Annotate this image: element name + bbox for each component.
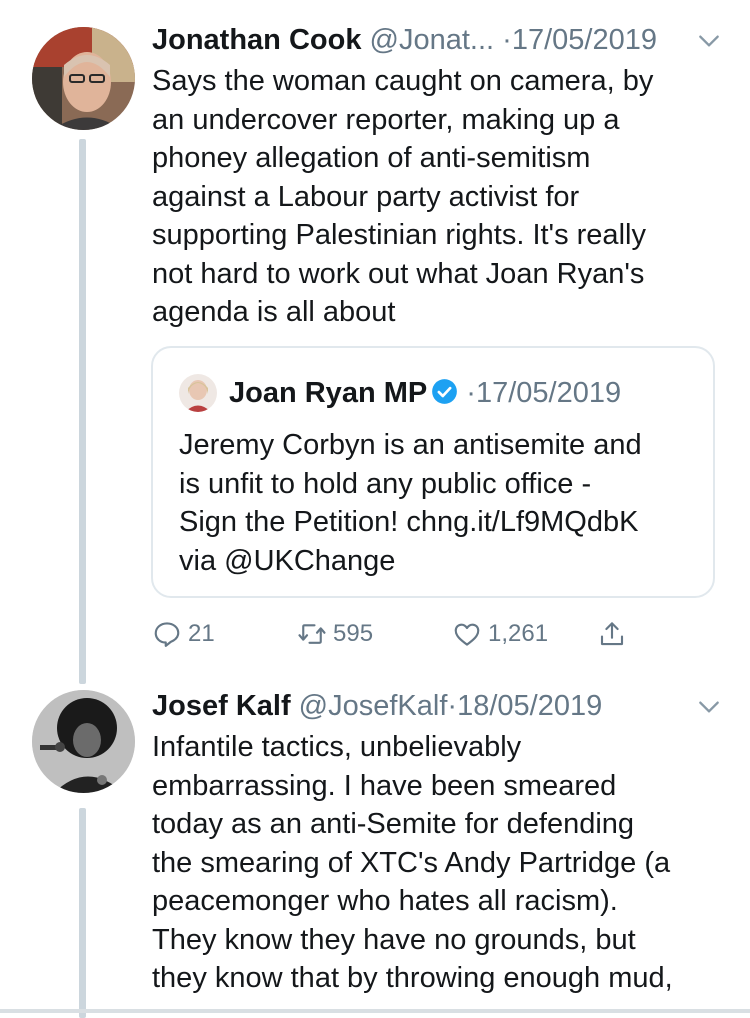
tweet-line: not hard to work out what Joan Ryan's: [152, 257, 645, 290]
reply-button[interactable]: 21: [152, 612, 215, 656]
quoted-tweet[interactable]: Joan Ryan MP ·17/05/2019 Jeremy Corbyn i…: [151, 346, 715, 598]
tweet-jonathan-cook[interactable]: Jonathan Cook @Jonat... ·17/05/2019 Says…: [0, 0, 750, 684]
avatar[interactable]: [32, 27, 135, 130]
tweet-line: phoney allegation of anti-semitism: [152, 142, 591, 174]
tweet-line: they know that by throwing enough mud,: [152, 962, 673, 994]
like-icon: [454, 623, 480, 646]
reply-count: 21: [188, 620, 215, 647]
quoted-line: via @UKChange: [179, 544, 396, 577]
share-button[interactable]: [597, 612, 633, 656]
quoted-text: Jeremy Corbyn is an antisemite and is un…: [179, 426, 699, 580]
quoted-date: 17/05/2019: [475, 377, 622, 409]
quoted-line: is unfit to hold any public office -: [179, 467, 592, 500]
tweet-line: against a Labour party activist for: [152, 180, 580, 213]
quoted-line: Sign the Petition! chng.it/Lf9MQdbK: [179, 506, 639, 538]
tweet-line: supporting Palestinian rights. It's real…: [152, 219, 646, 251]
share-icon: [600, 622, 624, 646]
reply-icon: [154, 622, 180, 647]
tweet-text: Says the woman caught on camera, by an u…: [152, 62, 722, 332]
tweet-header: Josef Kalf @JosefKalf·18/05/2019: [152, 688, 602, 724]
author-handle[interactable]: @JosefKalf: [299, 690, 448, 722]
tweet-line: peacemonger who hates all racism).: [152, 885, 618, 917]
tweet-text: Infantile tactics, unbelievably embarras…: [152, 728, 722, 998]
tweet-line: agenda is all about: [152, 296, 396, 328]
verified-badge-icon: [432, 379, 458, 404]
tweet-line: embarrassing. I have been smeared: [152, 769, 617, 802]
action-bar: 21 595 1,261: [152, 612, 652, 656]
author-handle[interactable]: @Jonat...: [370, 24, 495, 56]
tweet-line: an undercover reporter, making up a: [152, 103, 620, 136]
tweet-header: Jonathan Cook @Jonat... ·17/05/2019: [152, 22, 657, 58]
quoted-line: Jeremy Corbyn is an antisemite and: [179, 429, 642, 461]
tweet-line: the smearing of XTC's Andy Partridge (a: [152, 846, 671, 879]
author-name[interactable]: Jonathan Cook: [152, 24, 361, 56]
divider: [0, 1009, 750, 1013]
tweet-line: They know they have no grounds, but: [152, 923, 636, 956]
separator-dot: ·: [502, 24, 512, 56]
chevron-down-icon[interactable]: [696, 694, 722, 720]
like-count: 1,261: [488, 620, 549, 647]
tweet-date[interactable]: 18/05/2019: [457, 690, 602, 722]
like-button[interactable]: 1,261: [452, 612, 548, 656]
avatar[interactable]: [32, 690, 135, 793]
author-name[interactable]: Josef Kalf: [152, 690, 291, 722]
thread-line: [79, 139, 86, 684]
separator-dot: ·: [466, 377, 476, 409]
chevron-down-icon[interactable]: [696, 28, 722, 54]
thread-line: [79, 808, 86, 1018]
retweet-icon: [298, 624, 326, 644]
tweet-line: Infantile tactics, unbelievably: [152, 731, 522, 763]
quoted-avatar: [179, 374, 217, 412]
separator-dot: ·: [447, 690, 458, 722]
tweet-line: today as an anti-Semite for defending: [152, 808, 635, 840]
quoted-author-name: Joan Ryan MP: [229, 377, 428, 409]
tweet-line: Says the woman caught on camera, by: [152, 65, 654, 97]
retweet-button[interactable]: 595: [297, 612, 373, 656]
tweet-date[interactable]: 17/05/2019: [512, 24, 657, 56]
quoted-header: Joan Ryan MP ·17/05/2019: [229, 374, 621, 412]
retweet-count: 595: [333, 620, 374, 647]
tweet-josef-kalf[interactable]: Josef Kalf @JosefKalf·18/05/2019 Infanti…: [0, 680, 750, 1018]
